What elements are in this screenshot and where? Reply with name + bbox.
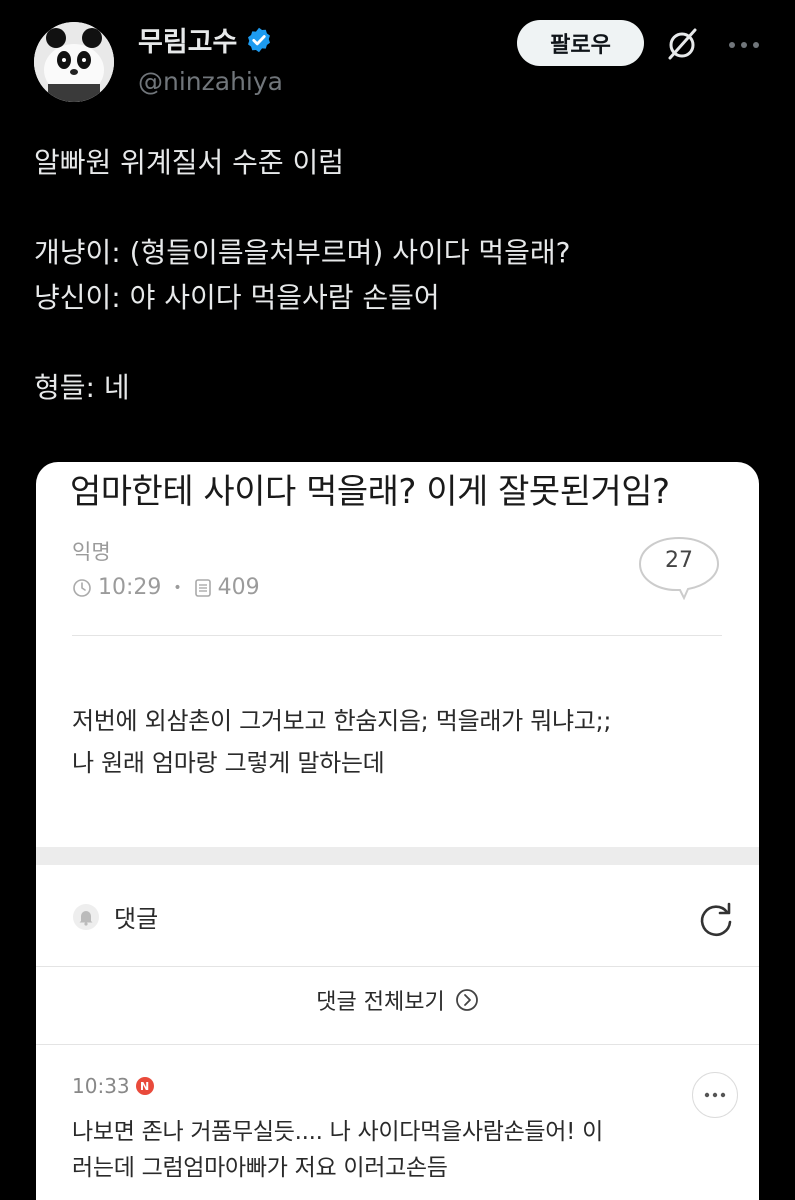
post-body: 저번에 외삼촌이 그거보고 한숨지음; 먹을래가 뭐냐고;; 나 원래 엄마랑 … [72,700,611,784]
divider [36,966,759,967]
view-all-label: 댓글 전체보기 [316,990,445,1015]
tweet-text: 알빠원 위계질서 수준 이럼 개냥이: (형들이름을처부르며) 사이다 먹을래?… [34,140,764,410]
post-time: 10:29 [98,575,162,600]
comment-meta: 10:33 N [72,1074,154,1098]
comments-label: 댓글 [114,905,159,933]
user-handle[interactable]: @ninzahiya [138,67,283,96]
comment-time: 10:33 [72,1074,130,1098]
more-options-icon[interactable] [726,30,762,60]
tweet-header: 무림고수 @ninzahiya 팔로우 [0,0,795,120]
tweet-line: 개냥이: (형들이름을처부르며) 사이다 먹을래? [34,236,571,269]
post-views: 409 [217,575,260,600]
refresh-icon[interactable] [696,900,736,940]
divider [36,1044,759,1045]
comment-line: 나보면 존나 거품무실듯.... 나 사이다먹을사람손들어! 이 [72,1119,603,1145]
chevron-right-circle-icon [455,989,478,1011]
post-body-line: 나 원래 엄마랑 그렇게 말하는데 [72,749,385,777]
grok-icon[interactable] [664,26,700,62]
document-icon [194,578,211,597]
tweet-line: 형들: 네 [34,371,130,404]
new-badge: N [135,1077,154,1095]
comment-count: 27 [665,548,693,573]
comment-text: 나보면 존나 거품무실듯.... 나 사이다먹을사람손들어! 이 러는데 그럼엄… [72,1114,603,1186]
post-body-line: 저번에 외삼촌이 그거보고 한숨지음; 먹을래가 뭐냐고;; [72,707,612,735]
meta-separator: • [173,579,182,596]
display-name-row[interactable]: 무림고수 [138,20,283,59]
post-meta: 10:29 • 409 [72,575,260,600]
post-title: 엄마한테 사이다 먹을래? 이게 잘못된거임? [70,472,670,512]
embedded-screenshot[interactable]: 엄마한테 사이다 먹을래? 이게 잘못된거임? 익명 10:29 • 409 2… [36,462,759,1200]
follow-button[interactable]: 팔로우 [517,20,644,66]
section-separator [36,847,759,865]
more-dots-icon [704,1092,726,1098]
clock-icon [73,578,91,597]
user-names: 무림고수 @ninzahiya [138,20,283,96]
bell-icon [73,903,99,930]
view-all-comments-button[interactable]: 댓글 전체보기 [36,984,759,1016]
avatar[interactable] [34,22,114,102]
verified-badge-icon [248,27,271,52]
comments-header: 댓글 [72,899,158,934]
tweet-line: 냥신이: 야 사이다 먹을사람 손들어 [34,281,440,314]
comment-line: 러는데 그럼엄마아빠가 저요 이러고손듬 [72,1155,448,1181]
display-name[interactable]: 무림고수 [138,20,237,59]
post-author: 익명 [72,540,111,564]
divider [72,635,722,636]
tweet-line: 알빠원 위계질서 수준 이럼 [34,146,345,179]
comment-more-button[interactable] [692,1072,738,1118]
